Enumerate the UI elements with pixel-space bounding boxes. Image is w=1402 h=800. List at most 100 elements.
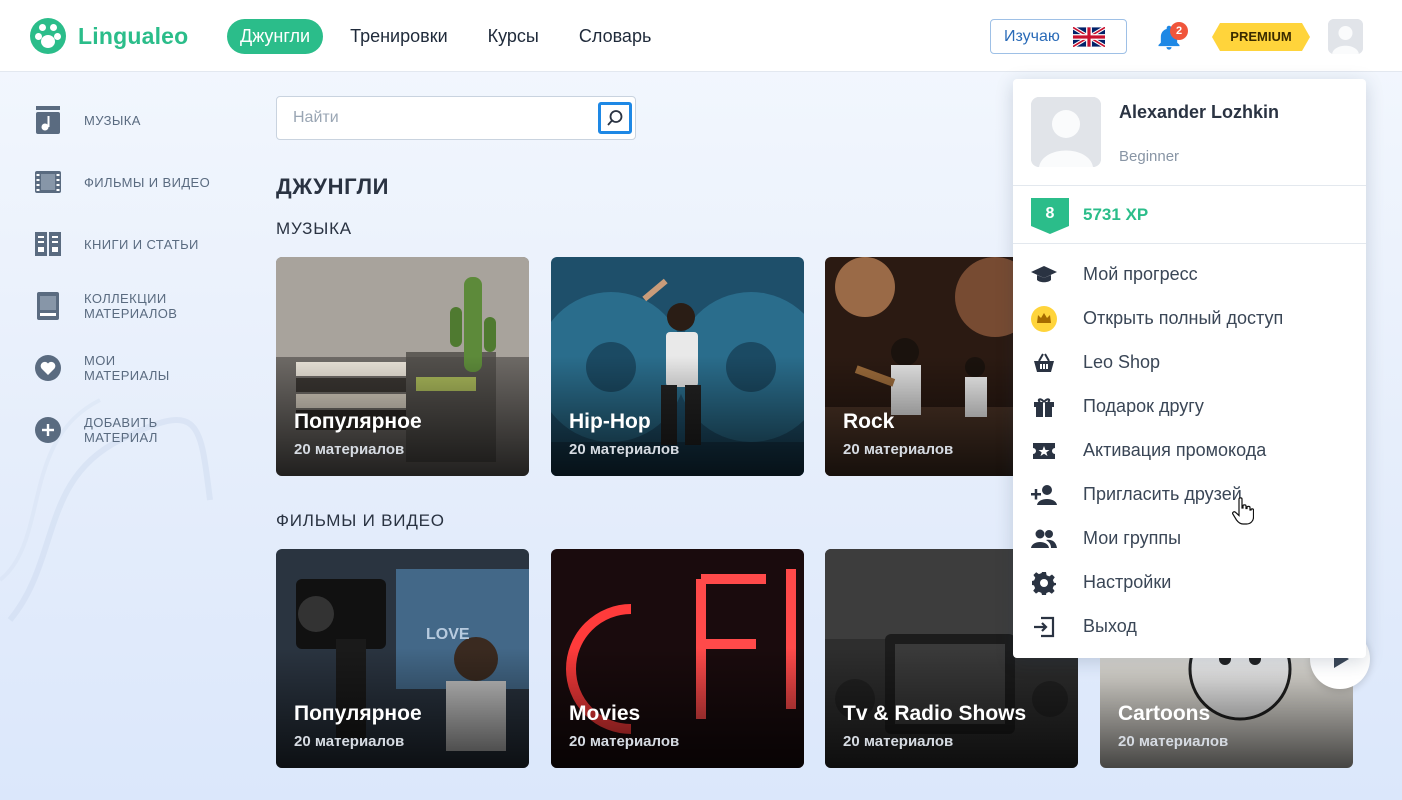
dropdown-menu-list: Мой прогресс Открыть полный доступ Leo S… <box>1013 253 1366 649</box>
nav-courses[interactable]: Курсы <box>475 19 552 54</box>
menu-item-full-access[interactable]: Открыть полный доступ <box>1013 297 1366 341</box>
left-sidebar: МУЗЫКА ФИЛЬМЫ И ВИДЕО КНИГИ И СТАТЬИ КОЛ… <box>34 104 234 476</box>
add-person-icon <box>1031 482 1057 508</box>
card-title: Популярное <box>294 702 422 725</box>
search-box <box>276 96 636 140</box>
card-films-popular[interactable]: LOVE Популярное 20 материалов <box>276 549 529 768</box>
card-subtitle: 20 материалов <box>294 441 405 458</box>
gear-icon <box>1031 570 1057 596</box>
menu-item-settings[interactable]: Настройки <box>1013 561 1366 605</box>
sidebar-item-films[interactable]: ФИЛЬМЫ И ВИДЕО <box>34 166 234 198</box>
section-title-films: ФИЛЬМЫ И ВИДЕО <box>276 511 445 530</box>
nav-jungle[interactable]: Джунгли <box>227 19 324 54</box>
menu-item-label: Настройки <box>1083 572 1172 592</box>
sidebar-item-collections[interactable]: КОЛЛЕКЦИИ МАТЕРИАЛОВ <box>34 290 234 322</box>
paw-logo-icon <box>30 18 66 54</box>
menu-item-label: Мои группы <box>1083 528 1182 548</box>
menu-item-progress[interactable]: Мой прогресс <box>1013 253 1366 297</box>
sidebar-label: МУЗЫКА <box>84 112 141 128</box>
dropdown-avatar <box>1031 97 1101 167</box>
card-title: Tv & Radio Shows <box>843 702 1027 725</box>
card-music-hiphop[interactable]: Hip-Hop 20 материалов <box>551 257 804 476</box>
page-title: ДЖУНГЛИ <box>276 174 390 199</box>
section-title-music: МУЗЫКА <box>276 219 352 238</box>
music-icon <box>34 104 62 136</box>
sidebar-item-add-material[interactable]: ДОБАВИТЬ МАТЕРИАЛ <box>34 414 234 446</box>
dropdown-user-info: Alexander Lozhkin Beginner <box>1013 79 1366 186</box>
film-icon <box>34 166 62 198</box>
card-subtitle: 20 материалов <box>1118 733 1229 750</box>
menu-item-label: Leo Shop <box>1083 352 1161 372</box>
logo-text: Lingualeo <box>78 22 189 49</box>
notification-count-badge: 2 <box>1170 22 1188 40</box>
learning-language-button[interactable]: Изучаю <box>990 19 1127 54</box>
sidebar-item-music[interactable]: МУЗЫКА <box>34 104 234 136</box>
menu-item-label: Подарок другу <box>1083 396 1204 416</box>
premium-label: PREMIUM <box>1230 29 1292 44</box>
logout-icon <box>1031 614 1057 640</box>
search-button[interactable] <box>598 102 632 134</box>
crown-icon <box>1031 306 1057 332</box>
card-subtitle: 20 материалов <box>843 441 954 458</box>
level-number: 8 <box>1045 205 1055 222</box>
dropdown-user-name: Alexander Lozhkin <box>1119 102 1280 122</box>
user-avatar-icon <box>1328 19 1363 54</box>
search-icon <box>607 110 623 126</box>
learning-label: Изучаю <box>1004 27 1060 45</box>
sidebar-label: МОИ МАТЕРИАЛЫ <box>84 353 170 383</box>
card-music-popular[interactable]: Популярное 20 материалов <box>276 257 529 476</box>
menu-item-gift[interactable]: Подарок другу <box>1013 385 1366 429</box>
sidebar-label: ФИЛЬМЫ И ВИДЕО <box>84 174 211 190</box>
user-avatar-button[interactable] <box>1328 19 1363 54</box>
sidebar-label: КНИГИ И СТАТЬИ <box>84 236 199 252</box>
menu-item-label: Открыть полный доступ <box>1083 308 1284 328</box>
premium-button[interactable]: PREMIUM <box>1212 23 1310 51</box>
uk-flag-icon <box>1072 26 1105 47</box>
xp-value: 5731 XP <box>1083 205 1149 224</box>
search-input[interactable] <box>293 97 593 139</box>
menu-item-leo-shop[interactable]: Leo Shop <box>1013 341 1366 385</box>
card-subtitle: 20 материалов <box>294 733 405 750</box>
card-title: Hip-Hop <box>569 410 651 433</box>
top-header: Lingualeo Джунгли Тренировки Курсы Слова… <box>0 0 1402 72</box>
basket-icon <box>1031 350 1057 376</box>
card-title: Rock <box>843 410 895 433</box>
sidebar-label: КОЛЛЕКЦИИ МАТЕРИАЛОВ <box>84 291 178 321</box>
plus-icon <box>34 414 62 446</box>
hand-cursor-icon <box>1232 497 1254 525</box>
card-films-movies[interactable]: Movies 20 материалов <box>551 549 804 768</box>
dropdown-xp-row: 8 5731 XP <box>1013 186 1366 244</box>
menu-item-label: Пригласить друзей <box>1083 484 1242 504</box>
heart-icon <box>34 352 62 384</box>
dropdown-user-level: Beginner <box>1119 148 1180 165</box>
book-icon <box>34 228 62 260</box>
sidebar-item-books[interactable]: КНИГИ И СТАТЬИ <box>34 228 234 260</box>
sidebar-item-my-materials[interactable]: МОИ МАТЕРИАЛЫ <box>34 352 234 384</box>
logo[interactable]: Lingualeo <box>30 18 188 54</box>
collection-icon <box>34 290 62 322</box>
svg-text:LOVE: LOVE <box>426 626 470 643</box>
card-subtitle: 20 материалов <box>569 441 680 458</box>
card-subtitle: 20 материалов <box>569 733 680 750</box>
menu-item-label: Активация промокода <box>1083 440 1267 460</box>
menu-item-label: Выход <box>1083 616 1137 636</box>
gift-icon <box>1031 394 1057 420</box>
card-title: Популярное <box>294 410 422 433</box>
main-nav: Джунгли Тренировки Курсы Словарь <box>227 19 664 54</box>
card-title: Movies <box>569 702 641 725</box>
nav-trainings[interactable]: Тренировки <box>337 19 461 54</box>
group-icon <box>1031 526 1057 552</box>
menu-item-invite-friends[interactable]: Пригласить друзей <box>1013 473 1366 517</box>
card-title: Cartoons <box>1118 702 1211 725</box>
menu-item-logout[interactable]: Выход <box>1013 605 1366 649</box>
user-avatar-icon <box>1031 97 1101 167</box>
app: Lingualeo Джунгли Тренировки Курсы Слова… <box>0 0 1402 800</box>
menu-item-my-groups[interactable]: Мои группы <box>1013 517 1366 561</box>
ticket-icon <box>1031 438 1057 464</box>
nav-dictionary[interactable]: Словарь <box>566 19 664 54</box>
menu-item-label: Мой прогресс <box>1083 264 1198 284</box>
menu-item-promo-code[interactable]: Активация промокода <box>1013 429 1366 473</box>
card-subtitle: 20 материалов <box>843 733 954 750</box>
sidebar-label: ДОБАВИТЬ МАТЕРИАЛ <box>84 415 158 445</box>
graduation-cap-icon <box>1031 262 1057 288</box>
